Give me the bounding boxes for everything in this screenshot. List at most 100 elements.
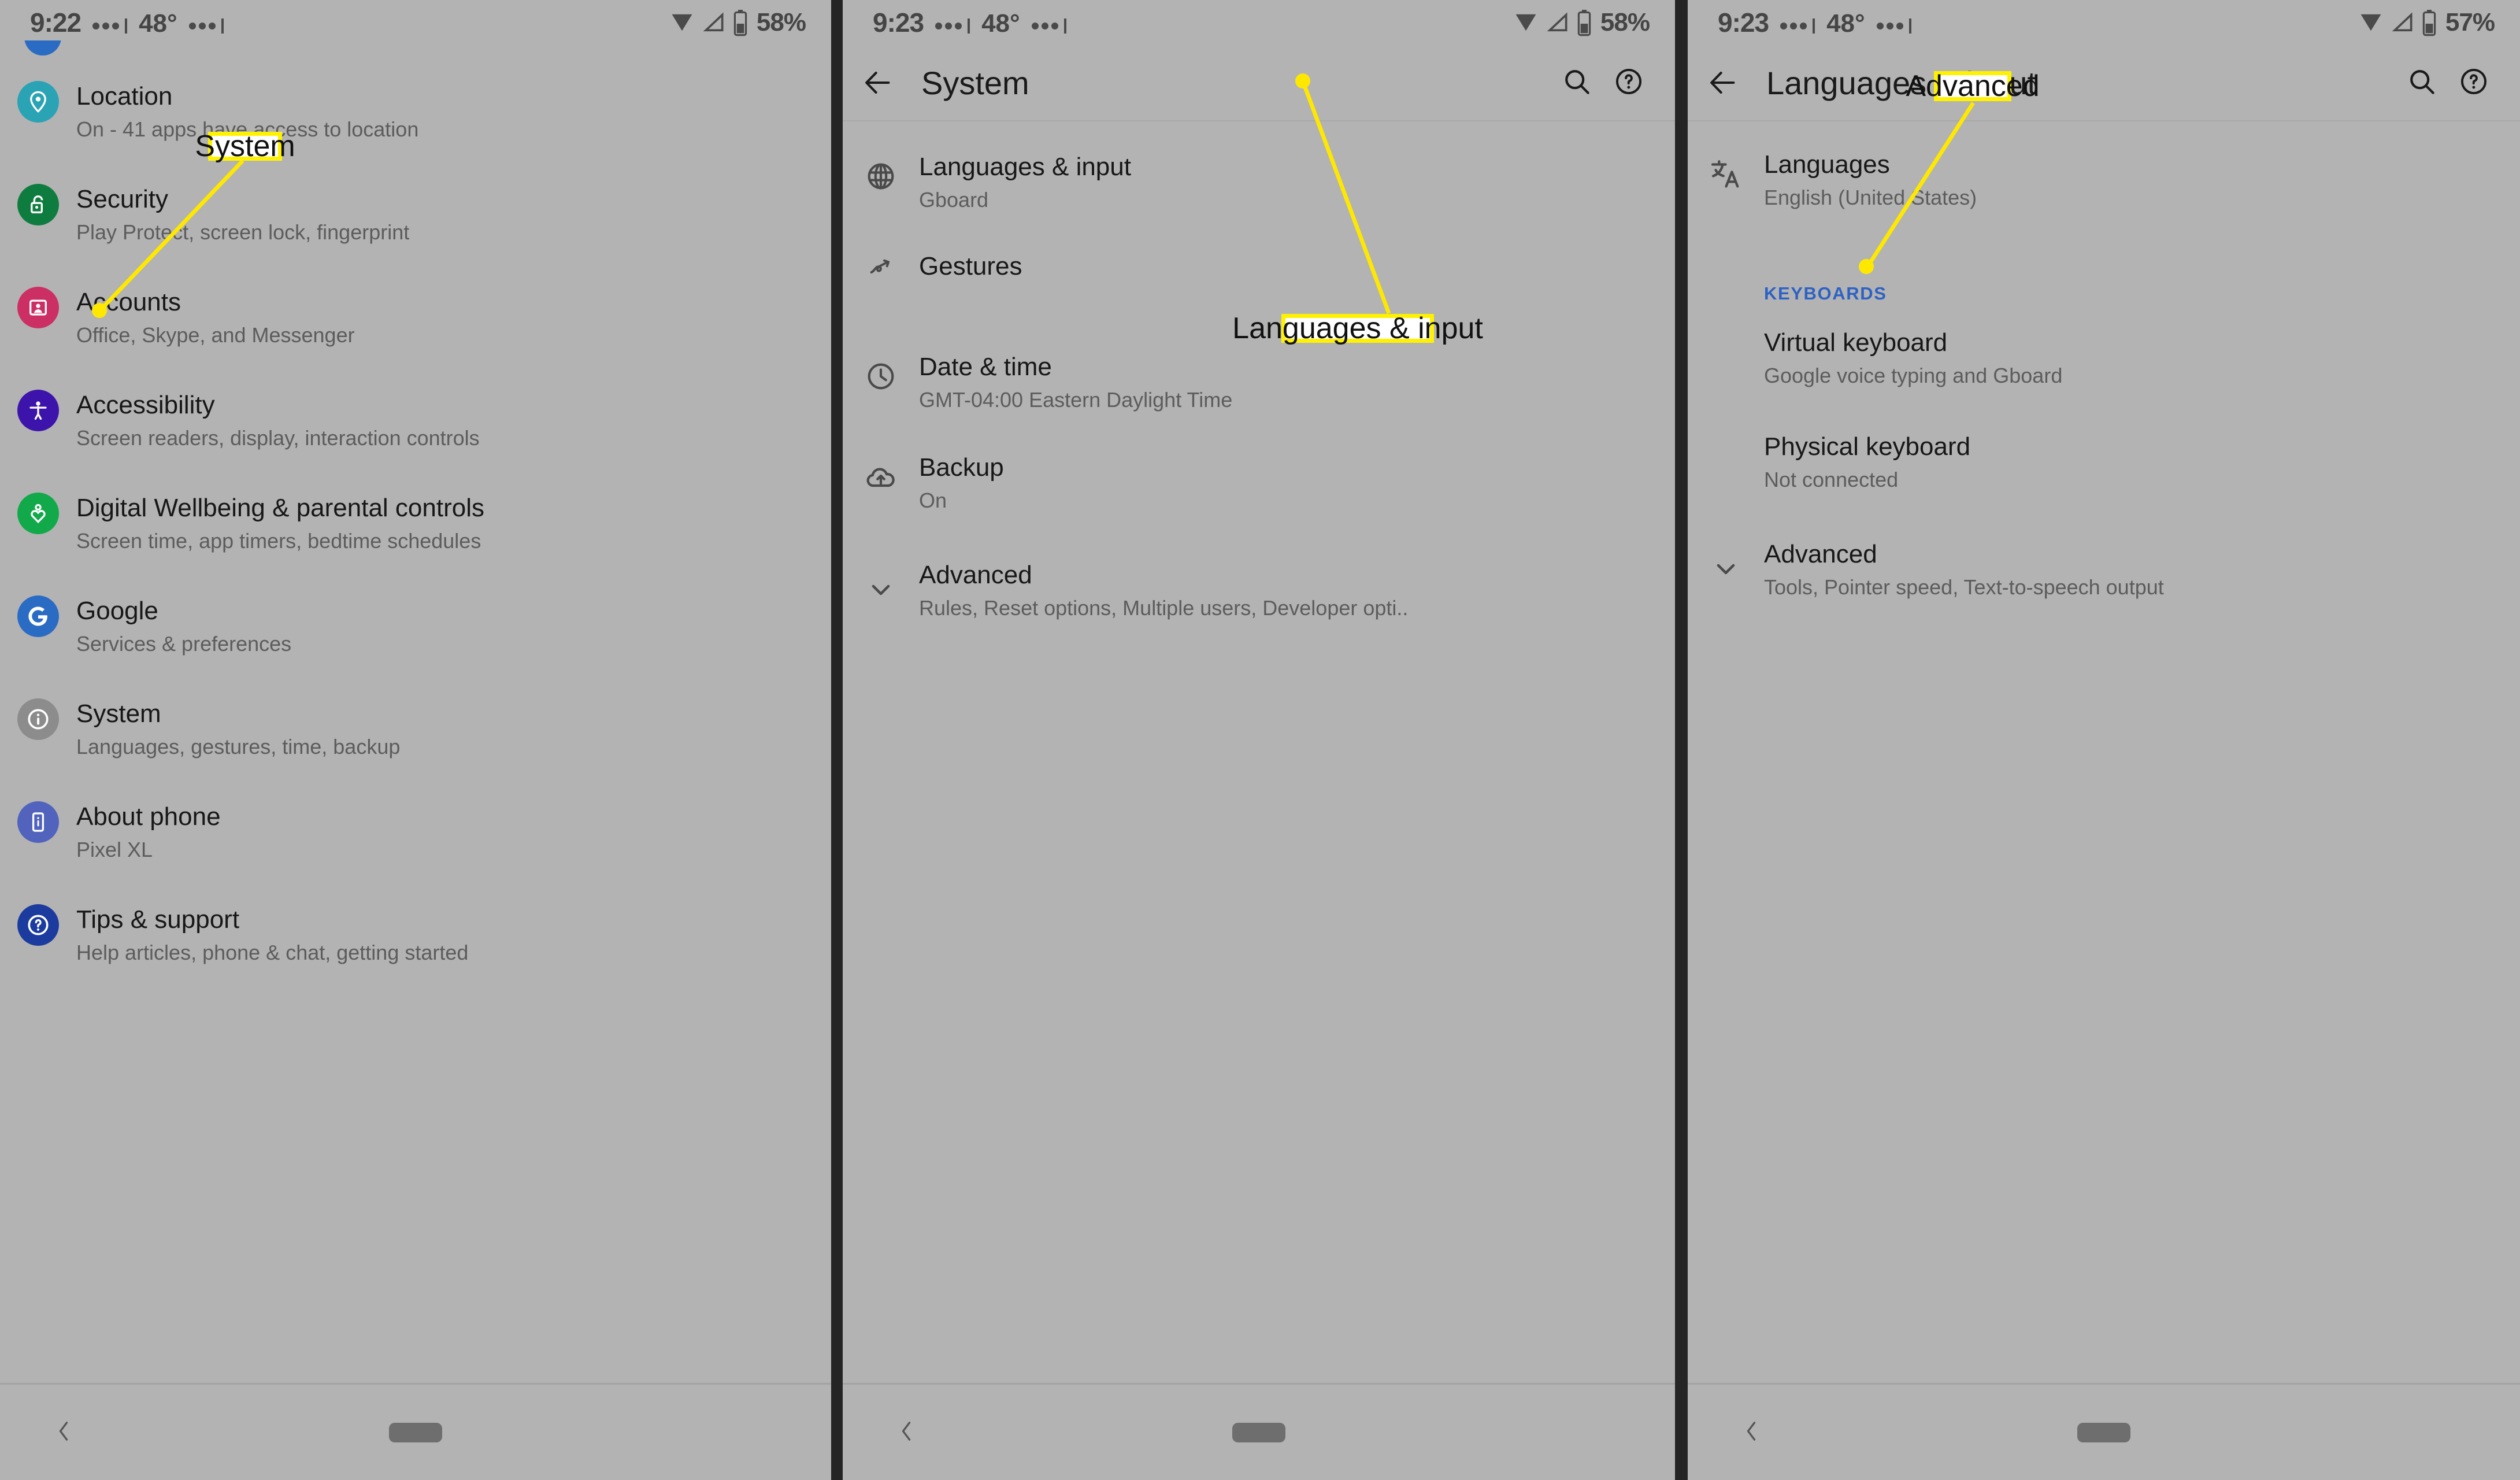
row-text-wrap: Physical keyboard Not connected [1764, 431, 1970, 492]
nav-back-icon[interactable] [1739, 1415, 1764, 1450]
settings-row-google[interactable]: Google Services & preferences [0, 595, 831, 698]
settings-row-about-phone[interactable]: About phone Pixel XL [0, 801, 831, 904]
system-row-backup[interactable]: Backup On [843, 447, 1675, 555]
keyboards-row-virtual-keyboard[interactable]: Virtual keyboard Google voice typing and… [1688, 317, 2520, 427]
row-title: System [76, 700, 161, 728]
section-header-keyboards: KEYBOARDS [1688, 247, 2520, 317]
status-time: 9:23 [873, 8, 924, 38]
app-bar-actions [1561, 65, 1675, 101]
settings-row-security[interactable]: Security Play Protect, screen lock, fing… [0, 184, 831, 287]
row-text-wrap: Gestures [919, 251, 1022, 280]
row-icon-wrap [0, 698, 76, 740]
signal-icon [703, 12, 724, 32]
row-text-wrap: Date & time GMT-04:00 Eastern Daylight T… [919, 352, 1232, 412]
callout-advanced: Advanced [1906, 71, 2040, 101]
row-text-wrap: Virtual keyboard Google voice typing and… [1764, 327, 2062, 388]
keyboards-row-physical-keyboard[interactable]: Physical keyboard Not connected [1688, 427, 2520, 534]
back-arrow-icon[interactable] [843, 66, 912, 99]
panel-divider-2 [1675, 0, 1688, 1480]
wifi-icon [672, 14, 692, 31]
translate-icon [1711, 160, 1739, 188]
status-temperature: 48° [981, 9, 1020, 38]
signal-icon [1547, 12, 1567, 32]
status-bar-right: 57% [2360, 8, 2520, 37]
section-header-label: KEYBOARDS [1764, 283, 1887, 304]
row-title: Virtual keyboard [1764, 328, 1948, 357]
location-pin-icon [17, 81, 59, 123]
app-bar-separator [843, 120, 1675, 121]
signal-icon [2392, 12, 2412, 32]
row-title: Accounts [76, 288, 181, 316]
help-circle-icon[interactable] [1613, 65, 1645, 101]
app-bar: Languages & input [1688, 45, 2520, 120]
phone-panel-system: 9:23 48° 58% System Languages & input Gb… [843, 0, 1675, 1480]
callout-system: System [195, 131, 295, 161]
system-row-languages-input[interactable]: Languages & input Gboard [843, 134, 1675, 238]
status-battery-percent: 58% [756, 8, 806, 36]
row-title: Location [76, 82, 173, 110]
status-bar: 9:22 48° 58% [0, 0, 831, 45]
account-card-icon [17, 287, 59, 328]
row-subtitle: Services & preferences [76, 632, 292, 656]
nav-home-pill[interactable] [389, 1422, 442, 1442]
row-subtitle: Languages, gestures, time, backup [76, 735, 401, 759]
help-circle-icon[interactable] [2458, 65, 2490, 101]
keyboards-row-advanced[interactable]: Advanced Tools, Pointer speed, Text-to-s… [1688, 534, 2520, 642]
row-title: Backup [919, 453, 1004, 482]
back-arrow-icon[interactable] [1688, 66, 1757, 99]
google-g-icon [17, 595, 59, 637]
phone-info-icon [17, 801, 59, 843]
system-row-date-time[interactable]: Date & time GMT-04:00 Eastern Daylight T… [843, 347, 1675, 447]
clock-icon [868, 363, 894, 390]
row-subtitle: Tools, Pointer speed, Text-to-speech out… [1764, 575, 2164, 600]
cloud-upload-icon [866, 468, 895, 487]
row-title: Physical keyboard [1764, 432, 1971, 461]
navigation-bar [1688, 1385, 2520, 1480]
row-subtitle: GMT-04:00 Eastern Daylight Time [919, 388, 1233, 412]
row-title: Advanced [919, 561, 1032, 589]
status-bar-left: 9:22 48° [0, 7, 224, 38]
settings-row-system[interactable]: System Languages, gestures, time, backup [0, 698, 831, 801]
nav-back-icon[interactable] [894, 1415, 919, 1450]
settings-row-accessibility[interactable]: Accessibility Screen readers, display, i… [0, 390, 831, 493]
row-icon-wrap [0, 493, 76, 534]
row-text-wrap: Accounts Office, Skype, and Messenger [76, 287, 355, 347]
row-icon-wrap [0, 390, 76, 431]
wellbeing-heart-icon [17, 493, 59, 534]
row-text-wrap: Google Services & preferences [76, 595, 291, 656]
app-bar-separator [1688, 120, 2520, 121]
app-bar-actions [2406, 65, 2520, 101]
row-subtitle: On [919, 489, 947, 513]
notification-dots-icon-2 [188, 18, 224, 34]
settings-row-digital-wellbeing[interactable]: Digital Wellbeing & parental controls Sc… [0, 493, 831, 595]
search-icon[interactable] [1561, 65, 1593, 101]
settings-row-accounts[interactable]: Accounts Office, Skype, and Messenger [0, 287, 831, 390]
row-icon-wrap [0, 81, 76, 123]
row-title: Languages & input [919, 153, 1131, 181]
row-text-wrap: Languages English (United States) [1764, 149, 1977, 210]
battery-icon [1577, 10, 1591, 36]
app-bar: System [843, 45, 1675, 120]
row-icon-wrap [843, 251, 919, 284]
search-icon[interactable] [2406, 65, 2438, 101]
partial-row-above-icon [24, 40, 61, 57]
status-time: 9:22 [30, 8, 81, 38]
system-row-advanced[interactable]: Advanced Rules, Reset options, Multiple … [843, 555, 1675, 663]
settings-row-tips-support[interactable]: Tips & support Help articles, phone & ch… [0, 904, 831, 1007]
row-icon-wrap [0, 595, 76, 637]
settings-row-location[interactable]: Location On - 41 apps have access to loc… [0, 81, 831, 184]
status-bar-left: 9:23 48° [843, 7, 1066, 38]
status-battery-percent: 58% [1600, 8, 1650, 36]
status-temperature: 48° [139, 9, 177, 38]
chevron-down-icon [872, 584, 890, 595]
nav-back-icon[interactable] [51, 1415, 76, 1450]
row-subtitle: Office, Skype, and Messenger [76, 323, 355, 347]
status-time: 9:23 [1718, 8, 1769, 38]
nav-home-pill[interactable] [2077, 1422, 2130, 1442]
nav-home-pill[interactable] [1232, 1422, 1285, 1442]
row-title: Digital Wellbeing & parental controls [76, 494, 484, 522]
question-circle-icon [17, 904, 59, 946]
row-subtitle: Google voice typing and Gboard [1764, 364, 2063, 388]
languages-row-languages[interactable]: Languages English (United States) [1688, 134, 2520, 247]
callout-label: System [195, 130, 295, 163]
